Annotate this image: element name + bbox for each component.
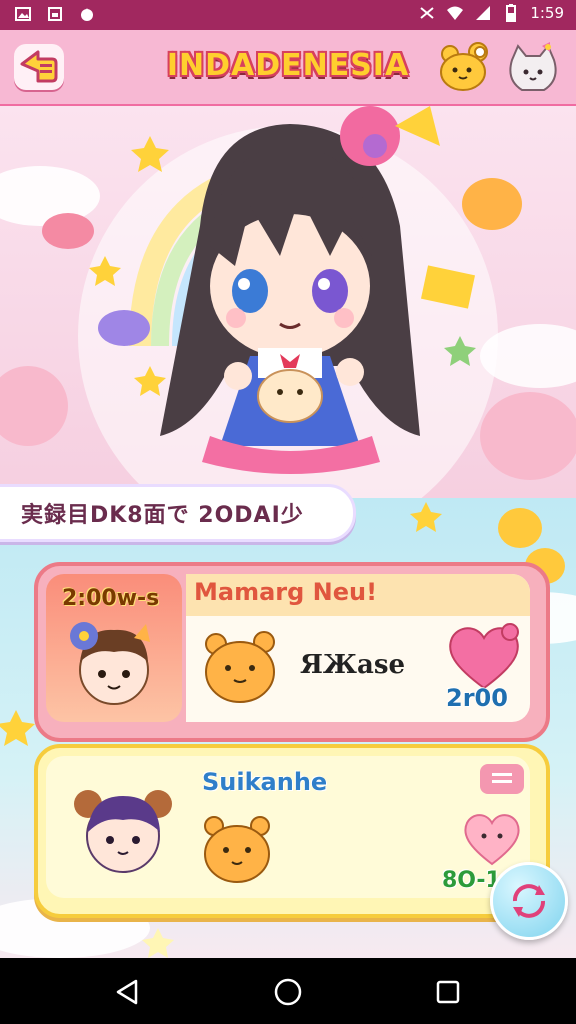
status-bar: 1:59 bbox=[0, 0, 576, 30]
bear-icon bbox=[440, 42, 488, 91]
event-card-2[interactable]: Suikanhe 8O-1. bbox=[34, 744, 550, 918]
cat-icon bbox=[509, 42, 557, 91]
battery-icon bbox=[506, 4, 517, 22]
boy-avatar-icon bbox=[70, 622, 150, 705]
heart-icon bbox=[449, 623, 519, 690]
app-bar: INDADENESIA bbox=[0, 30, 576, 106]
nav-home-icon[interactable] bbox=[272, 976, 304, 1008]
character-illustration bbox=[0, 106, 576, 498]
card-label: ЯЖаse bbox=[300, 650, 406, 680]
card-time: 2:00w-s bbox=[62, 586, 160, 611]
cat-button[interactable] bbox=[504, 40, 562, 96]
refresh-icon bbox=[513, 884, 545, 918]
card-count: 2r00 bbox=[446, 684, 508, 712]
sim-icon bbox=[48, 7, 62, 21]
hero-illustration bbox=[0, 106, 576, 498]
notification-icon bbox=[81, 8, 93, 21]
bear-icon bbox=[204, 816, 270, 883]
bear-button[interactable] bbox=[436, 40, 492, 94]
heart-icon bbox=[464, 814, 520, 866]
navigation-bar bbox=[0, 958, 576, 1024]
info-banner: 実録目DK8面で 2ODAI少 bbox=[0, 484, 356, 542]
status-time: 1:59 bbox=[530, 4, 564, 22]
event-card-1[interactable]: 2:00w-s Mamarg Neu! ЯЖаse 2r00 bbox=[34, 562, 550, 742]
vibrate-icon bbox=[420, 7, 434, 19]
nav-recents-icon[interactable] bbox=[434, 978, 462, 1006]
nav-back-icon[interactable] bbox=[114, 978, 142, 1006]
wifi-icon bbox=[447, 6, 464, 20]
signal-icon bbox=[476, 6, 491, 20]
girl-avatar-icon bbox=[74, 790, 172, 873]
gallery-icon bbox=[15, 7, 31, 21]
menu-button[interactable] bbox=[480, 764, 524, 794]
card-name: Mamarg Neu! bbox=[194, 578, 378, 606]
card-title: Suikanhe bbox=[202, 768, 328, 796]
card-avatar-panel: 2:00w-s bbox=[46, 574, 182, 722]
menu-icon bbox=[492, 773, 512, 783]
banner-text: 実録目DK8面で 2ODAI少 bbox=[21, 503, 304, 528]
bear-icon bbox=[205, 631, 275, 703]
refresh-button[interactable] bbox=[490, 862, 568, 940]
